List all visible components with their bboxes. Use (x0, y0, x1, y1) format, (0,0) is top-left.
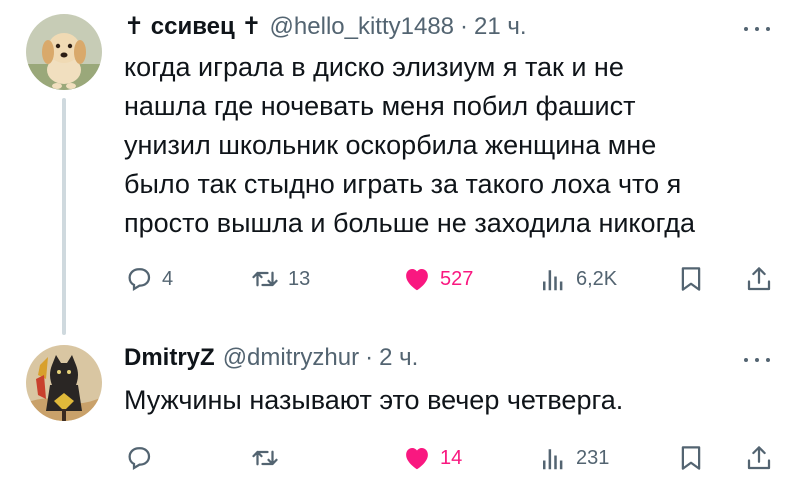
retweet-count: 13 (288, 267, 311, 290)
reply-icon (128, 447, 151, 471)
cat-painting-avatar-icon (26, 345, 102, 421)
timestamp[interactable]: 21 ч. (474, 12, 527, 42)
heart-filled-icon (406, 448, 428, 470)
views-bar-chart-icon (543, 270, 563, 291)
timestamp[interactable]: 2 ч. (379, 343, 418, 373)
like-button[interactable]: 14 (402, 441, 462, 475)
retweet-button[interactable]: 13 (250, 262, 310, 296)
bookmark-icon (681, 267, 701, 291)
action-bar: 14 231 (124, 441, 784, 475)
tweet[interactable]: ✝ ссивец ✝ @hello_kitty1488 · 21 ч. когд… (0, 0, 800, 335)
like-count: 14 (440, 446, 463, 469)
views-count: 231 (576, 446, 610, 469)
reply-button[interactable] (124, 441, 162, 475)
bookmark-icon (681, 446, 701, 470)
heart-filled-icon (406, 269, 428, 291)
bookmark-button[interactable] (676, 262, 706, 296)
user-avatar[interactable] (26, 345, 102, 421)
tweet[interactable]: DmitryZ @dmitryzhur · 2 ч. Мужчины назыв… (0, 335, 800, 487)
like-count: 527 (440, 267, 474, 290)
more-options-icon[interactable] (744, 355, 770, 365)
views-count: 6,2K (576, 267, 618, 290)
tweet-header: DmitryZ @dmitryzhur · 2 ч. (124, 343, 418, 373)
action-bar: 4 13 527 6,2K (124, 262, 784, 296)
reply-button[interactable]: 4 (124, 262, 173, 296)
user-avatar[interactable] (26, 14, 102, 90)
more-options-icon[interactable] (744, 24, 770, 34)
like-button[interactable]: 527 (402, 262, 473, 296)
display-name[interactable]: ✝ ссивец ✝ (124, 12, 262, 42)
bookmark-button[interactable] (676, 441, 706, 475)
views-button[interactable]: 231 (538, 441, 609, 475)
display-name[interactable]: DmitryZ (124, 343, 215, 373)
tweet-text: когда играла в диско элизиум я так и не … (124, 52, 695, 238)
separator-dot: · (365, 344, 374, 371)
reply-icon (128, 268, 151, 292)
puppy-avatar-icon (26, 14, 102, 90)
share-icon (747, 267, 771, 291)
share-icon (747, 446, 771, 470)
share-button[interactable] (744, 441, 774, 475)
views-bar-chart-icon (543, 449, 563, 470)
separator-dot: · (460, 13, 469, 40)
share-button[interactable] (744, 262, 774, 296)
user-handle[interactable]: @dmitryzhur (223, 343, 359, 373)
tweet-header: ✝ ссивец ✝ @hello_kitty1488 · 21 ч. (124, 12, 527, 42)
retweet-button[interactable] (250, 441, 288, 475)
tweet-text: Мужчины называют это вечер четверга. (124, 385, 624, 415)
views-button[interactable]: 6,2K (538, 262, 617, 296)
user-handle[interactable]: @hello_kitty1488 (270, 12, 454, 42)
reply-count: 4 (162, 267, 174, 290)
retweet-icon (252, 271, 278, 287)
thread-connector (62, 98, 66, 335)
retweet-icon (252, 450, 278, 466)
